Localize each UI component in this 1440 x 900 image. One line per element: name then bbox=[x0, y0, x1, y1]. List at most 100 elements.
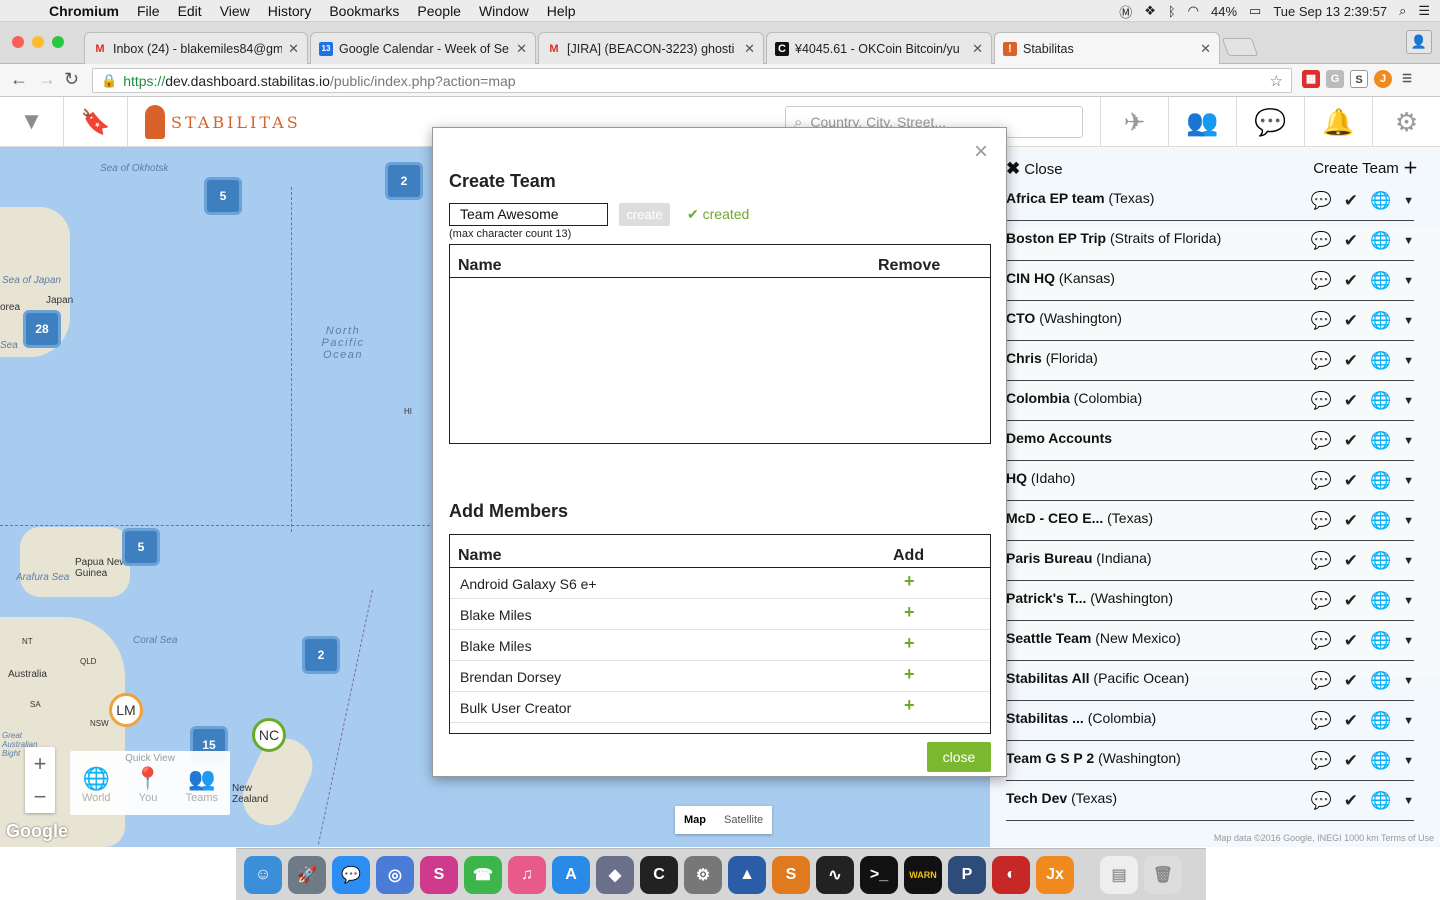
quick-view-you[interactable]: 📍 You bbox=[134, 766, 161, 804]
chat-icon[interactable]: 💬 bbox=[1311, 191, 1332, 211]
team-name[interactable]: Africa EP team (Texas) bbox=[1006, 190, 1154, 206]
check-icon[interactable]: ✔ bbox=[1344, 551, 1358, 571]
check-icon[interactable]: ✔ bbox=[1344, 191, 1358, 211]
menu-file[interactable]: File bbox=[128, 3, 169, 19]
chat-icon[interactable]: 💬 bbox=[1311, 591, 1332, 611]
stabilitas-logo[interactable]: STABILITAS bbox=[145, 105, 301, 139]
m-icon[interactable]: Ⓜ bbox=[1119, 2, 1132, 21]
chevron-down-icon[interactable]: ▼ bbox=[1403, 595, 1414, 607]
team-row[interactable]: Chris (Florida) 💬 ✔ 🌐 ▼ bbox=[1006, 341, 1414, 381]
map-cluster[interactable]: 28 bbox=[23, 310, 61, 348]
menu-window[interactable]: Window bbox=[470, 3, 538, 19]
chevron-down-icon[interactable]: ▼ bbox=[1403, 635, 1414, 647]
check-icon[interactable]: ✔ bbox=[1344, 591, 1358, 611]
map-cluster[interactable]: 2 bbox=[385, 162, 423, 200]
close-window-button[interactable] bbox=[12, 36, 24, 48]
extension-g-icon[interactable]: G bbox=[1326, 70, 1344, 88]
menu-edit[interactable]: Edit bbox=[169, 3, 211, 19]
bookmark-icon[interactable]: 🔖 bbox=[64, 97, 128, 147]
chat-icon[interactable]: 💬 bbox=[1311, 511, 1332, 531]
menu-bookmarks[interactable]: Bookmarks bbox=[320, 3, 408, 19]
battery-icon[interactable]: ▭ bbox=[1249, 3, 1261, 19]
chat-icon[interactable]: 💬 bbox=[1311, 231, 1332, 251]
bluetooth-icon[interactable]: ᛒ bbox=[1168, 4, 1176, 19]
chat-icon[interactable]: 💬 bbox=[1236, 97, 1304, 147]
team-name[interactable]: Demo Accounts bbox=[1006, 430, 1112, 446]
chevron-down-icon[interactable]: ▼ bbox=[1403, 475, 1414, 487]
console-warning-icon[interactable]: WARN bbox=[904, 855, 942, 894]
url-input[interactable]: 🔒 https:// dev.dashboard.stabilitas.io /… bbox=[92, 68, 1292, 93]
lock-icon[interactable]: 🔒 bbox=[101, 73, 117, 89]
map-cluster[interactable]: 5 bbox=[122, 528, 160, 566]
globe-icon[interactable]: 🌐 bbox=[1370, 671, 1391, 691]
globe-icon[interactable]: 🌐 bbox=[1370, 311, 1391, 331]
check-icon[interactable]: ✔ bbox=[1344, 511, 1358, 531]
add-member-icon[interactable]: + bbox=[904, 633, 915, 654]
team-name[interactable]: Team G S P 2 (Washington) bbox=[1006, 750, 1181, 766]
bell-icon[interactable]: 🔔 bbox=[1304, 97, 1372, 147]
globe-icon[interactable]: 🌐 bbox=[1370, 631, 1391, 651]
chat-icon[interactable]: 💬 bbox=[1311, 671, 1332, 691]
chat-icon[interactable]: 💬 bbox=[1311, 391, 1332, 411]
team-name[interactable]: McD - CEO E... (Texas) bbox=[1006, 510, 1153, 526]
plane-icon[interactable]: ✈ bbox=[1100, 97, 1168, 147]
chat-icon[interactable]: 💬 bbox=[1311, 431, 1332, 451]
chevron-down-icon[interactable]: ▼ bbox=[1403, 755, 1414, 767]
menu-people[interactable]: People bbox=[408, 3, 470, 19]
create-team-button[interactable]: Create Team ＋ bbox=[1313, 157, 1418, 178]
quick-view-teams[interactable]: 👥 Teams bbox=[186, 766, 218, 804]
team-name[interactable]: Stabilitas All (Pacific Ocean) bbox=[1006, 670, 1189, 686]
team-name[interactable]: Patrick's T... (Washington) bbox=[1006, 590, 1173, 606]
globe-icon[interactable]: 🌐 bbox=[1370, 351, 1391, 371]
team-row[interactable]: McD - CEO E... (Texas) 💬 ✔ 🌐 ▼ bbox=[1006, 501, 1414, 541]
chevron-down-icon[interactable]: ▼ bbox=[1403, 675, 1414, 687]
gear-icon[interactable]: ⚙ bbox=[1372, 97, 1440, 147]
chat-icon[interactable]: 💬 bbox=[1311, 551, 1332, 571]
team-name[interactable]: CIN HQ (Kansas) bbox=[1006, 270, 1115, 286]
team-row[interactable]: Tech Dev (Texas) 💬 ✔ 🌐 ▼ bbox=[1006, 781, 1414, 821]
menu-app-name[interactable]: Chromium bbox=[40, 3, 128, 19]
team-row[interactable]: Stabilitas All (Pacific Ocean) 💬 ✔ 🌐 ▼ bbox=[1006, 661, 1414, 701]
okcoin-app-icon[interactable]: C bbox=[640, 855, 678, 894]
team-name-input[interactable]: Team Awesome bbox=[449, 203, 608, 226]
check-icon[interactable]: ✔ bbox=[1344, 311, 1358, 331]
document-icon[interactable]: ▤ bbox=[1100, 855, 1138, 894]
globe-icon[interactable]: 🌐 bbox=[1370, 391, 1391, 411]
team-row[interactable]: Africa EP team (Texas) 💬 ✔ 🌐 ▼ bbox=[1006, 181, 1414, 221]
reload-icon[interactable]: ↻ bbox=[64, 69, 79, 90]
team-row[interactable]: Seattle Team (New Mexico) 💬 ✔ 🌐 ▼ bbox=[1006, 621, 1414, 661]
team-name[interactable]: Colombia (Colombia) bbox=[1006, 390, 1142, 406]
jx-icon[interactable]: Jx bbox=[1036, 855, 1074, 894]
minimize-window-button[interactable] bbox=[32, 36, 44, 48]
team-row[interactable]: Patrick's T... (Washington) 💬 ✔ 🌐 ▼ bbox=[1006, 581, 1414, 621]
check-icon[interactable]: ✔ bbox=[1344, 471, 1358, 491]
add-member-icon[interactable]: + bbox=[904, 571, 915, 592]
globe-icon[interactable]: 🌐 bbox=[1370, 471, 1391, 491]
globe-icon[interactable]: 🌐 bbox=[1370, 751, 1391, 771]
clock[interactable]: Tue Sep 13 2:39:57 bbox=[1273, 4, 1387, 19]
team-row[interactable]: Boston EP Trip (Straits of Florida) 💬 ✔ 🌐 ▼ bbox=[1006, 221, 1414, 261]
team-row[interactable]: Colombia (Colombia) 💬 ✔ 🌐 ▼ bbox=[1006, 381, 1414, 421]
extension-jx-icon[interactable]: J bbox=[1374, 70, 1392, 88]
chat-icon[interactable]: 💬 bbox=[1311, 711, 1332, 731]
user-pin-nc[interactable]: NC bbox=[252, 718, 286, 752]
globe-icon[interactable]: 🌐 bbox=[1370, 431, 1391, 451]
tab-google-calendar[interactable]: 13 Google Calendar - Week of Se ✕ bbox=[310, 32, 536, 64]
mountain-icon[interactable]: ▲ bbox=[728, 855, 766, 894]
check-icon[interactable]: ✔ bbox=[1344, 711, 1358, 731]
team-name[interactable]: HQ (Idaho) bbox=[1006, 470, 1075, 486]
chevron-down-icon[interactable]: ▼ bbox=[1403, 395, 1414, 407]
notification-center-icon[interactable]: ☰ bbox=[1418, 3, 1430, 19]
menu-history[interactable]: History bbox=[259, 3, 321, 19]
check-icon[interactable]: ✔ bbox=[1344, 751, 1358, 771]
globe-icon[interactable]: 🌐 bbox=[1370, 511, 1391, 531]
globe-icon[interactable]: 🌐 bbox=[1370, 191, 1391, 211]
back-icon[interactable]: ← bbox=[10, 69, 28, 90]
menu-view[interactable]: View bbox=[211, 3, 259, 19]
team-row[interactable]: Paris Bureau (Indiana) 💬 ✔ 🌐 ▼ bbox=[1006, 541, 1414, 581]
map-cluster[interactable]: 5 bbox=[204, 177, 242, 215]
pandora-icon[interactable]: P bbox=[948, 855, 986, 894]
chat-icon[interactable]: 💬 bbox=[1311, 311, 1332, 331]
finder-icon[interactable]: ☺ bbox=[244, 855, 282, 894]
activity-monitor-icon[interactable]: ∿ bbox=[816, 855, 854, 894]
